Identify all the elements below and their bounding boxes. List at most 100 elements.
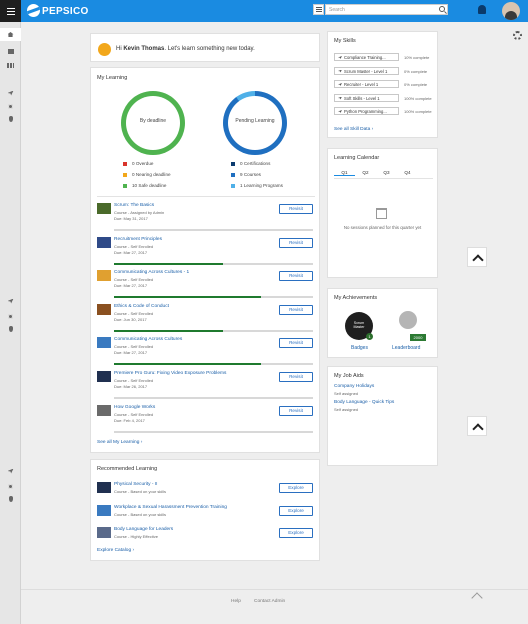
course-type: Course - Self Enrolled bbox=[114, 344, 154, 350]
leaderboard-link[interactable]: Leaderboard bbox=[392, 345, 420, 351]
course-type: Course - Assigned by Admin bbox=[114, 210, 165, 215]
tab-q3[interactable]: Q3 bbox=[376, 170, 397, 175]
avatar[interactable] bbox=[502, 2, 520, 20]
course-title[interactable]: Workplace & Sexual Harassment Prevention… bbox=[114, 505, 227, 510]
send-icon[interactable] bbox=[7, 468, 14, 474]
revisit-button[interactable]: Revisit bbox=[279, 405, 313, 416]
course-thumbnail bbox=[97, 482, 111, 493]
my-skills-card: My Skills Compliance Training... 10% comp… bbox=[327, 31, 438, 138]
course-due: Due: Mar 27, 2017 bbox=[114, 350, 148, 356]
revisit-button[interactable]: Revisit bbox=[279, 304, 313, 315]
medal-icon[interactable] bbox=[7, 496, 14, 502]
skill-item[interactable]: Scrum Master - Level 1 bbox=[334, 66, 399, 75]
course-type: Course - Self Enrolled bbox=[114, 310, 154, 316]
contact-admin-link[interactable]: Contact Admin bbox=[254, 599, 285, 604]
course-title[interactable]: Communicating Across Cultures bbox=[114, 337, 182, 342]
learning-row: Scrum: The Basics Course - Assigned by Ad… bbox=[97, 203, 315, 236]
course-title[interactable]: Scrum: The Basics bbox=[114, 203, 154, 208]
course-due: Due: Mar 26, 2017 bbox=[114, 384, 148, 389]
learning-row: Premiere Pro Guru: Fixing Video Exposure… bbox=[97, 371, 315, 404]
skill-item[interactable]: Compliance Training... bbox=[334, 53, 399, 61]
leaderboard-points: 2000 bbox=[410, 334, 426, 341]
course-title[interactable]: Premiere Pro Guru: Fixing Video Exposure… bbox=[114, 371, 226, 376]
course-thumbnail bbox=[97, 303, 111, 315]
course-title[interactable]: Recruitment Principles bbox=[114, 237, 162, 242]
list-menu-icon[interactable] bbox=[313, 4, 324, 15]
medal-icon[interactable] bbox=[7, 326, 14, 332]
home-icon[interactable] bbox=[0, 28, 21, 41]
bell-icon[interactable] bbox=[478, 5, 486, 14]
revisit-button[interactable]: Revisit bbox=[279, 372, 313, 382]
course-title[interactable]: Communicating Across Cultures - 1 bbox=[114, 270, 189, 275]
course-thumbnail bbox=[97, 270, 111, 282]
course-type: Course - Highly Effective bbox=[114, 534, 158, 539]
course-thumbnail bbox=[97, 504, 111, 516]
skill-item[interactable]: Recruiter - Level 1 bbox=[334, 80, 399, 88]
menu-icon[interactable] bbox=[0, 0, 21, 22]
gear-icon[interactable] bbox=[7, 313, 14, 319]
skill-progress: 10% complete bbox=[404, 55, 430, 60]
tab-q2[interactable]: Q2 bbox=[355, 170, 376, 175]
job-aids-card: My Job Aids Company Holidays Self assign… bbox=[327, 366, 438, 466]
grid-icon[interactable] bbox=[7, 62, 14, 68]
deadline-legend: 0 Overdue 0 Nearing deadline 10 Safe dea… bbox=[123, 158, 171, 191]
job-aid-sub: Self assigned bbox=[334, 407, 359, 412]
course-thumbnail bbox=[97, 371, 111, 382]
course-type: Course - Self Enrolled bbox=[114, 378, 154, 383]
course-title[interactable]: Physical Security - II bbox=[114, 482, 157, 487]
job-aid-link[interactable]: Company Holidays bbox=[334, 384, 374, 389]
legend-swatch bbox=[123, 162, 127, 166]
course-type: Course - Based on your skills bbox=[114, 511, 167, 517]
explore-button[interactable]: Explore bbox=[279, 483, 313, 493]
welcome-card: Hi Kevin Thomas. Let's learn something n… bbox=[90, 33, 320, 62]
achievements-title: My Achievements bbox=[334, 295, 378, 301]
skill-progress: 100% complete bbox=[404, 109, 432, 114]
search-input[interactable]: Search bbox=[325, 4, 448, 15]
tab-q1[interactable]: Q1 bbox=[334, 170, 355, 176]
skill-item[interactable]: Soft Skills - Level 1 bbox=[334, 93, 399, 102]
revisit-button[interactable]: Revisit bbox=[279, 338, 313, 349]
legend-swatch bbox=[123, 184, 127, 188]
course-due: Due: May 31, 2017 bbox=[114, 216, 148, 221]
settings-icon[interactable] bbox=[513, 31, 522, 40]
send-icon[interactable] bbox=[7, 298, 14, 304]
brand-name: PEPSICO bbox=[42, 6, 89, 17]
explore-button[interactable]: Explore bbox=[279, 528, 313, 538]
course-title[interactable]: How Google Works bbox=[114, 405, 155, 410]
course-title[interactable]: Ethics & Code of Conduct bbox=[114, 304, 169, 309]
course-title[interactable]: Body Language for Leaders bbox=[114, 527, 173, 532]
calendar-icon bbox=[376, 208, 387, 219]
skill-item[interactable]: Python Programming... bbox=[334, 107, 399, 115]
progress-bar bbox=[114, 363, 313, 366]
revisit-button[interactable]: Revisit bbox=[279, 271, 313, 282]
badges-link[interactable]: Badges bbox=[351, 345, 368, 351]
scroll-up-button[interactable] bbox=[467, 416, 487, 436]
revisit-button[interactable]: Revisit bbox=[279, 237, 313, 248]
explore-button[interactable]: Explore bbox=[279, 505, 313, 516]
course-due: Due: Mar 27, 2017 bbox=[114, 283, 148, 289]
medal-icon[interactable] bbox=[7, 116, 14, 122]
see-all-skills-link[interactable]: See all Skill Data › bbox=[334, 127, 373, 132]
learning-row: Communicating Across Cultures - 1 Course … bbox=[97, 270, 315, 303]
job-aid-link[interactable]: Body Language - Quick Tips bbox=[334, 400, 394, 405]
search-icon[interactable] bbox=[439, 6, 445, 12]
job-aids-title: My Job Aids bbox=[334, 373, 364, 379]
pending-legend: 0 Certifications 9 Courses 1 Learning Pr… bbox=[231, 158, 283, 191]
badge-count: 1 bbox=[366, 333, 373, 340]
leaderboard-medal-icon[interactable] bbox=[399, 311, 417, 329]
tab-q4[interactable]: Q4 bbox=[397, 170, 418, 175]
book-icon[interactable] bbox=[7, 48, 14, 54]
help-link[interactable]: Help bbox=[231, 599, 241, 604]
chevron-up-icon[interactable] bbox=[471, 592, 483, 604]
gear-icon[interactable] bbox=[7, 103, 14, 109]
course-due: Due: Mar 27, 2017 bbox=[114, 249, 148, 255]
see-all-learning-link[interactable]: See all My Learning › bbox=[97, 440, 142, 445]
course-type: Course - Self Enrolled bbox=[114, 243, 154, 249]
send-icon[interactable] bbox=[7, 90, 14, 96]
progress-bar bbox=[114, 397, 313, 399]
revisit-button[interactable]: Revisit bbox=[279, 204, 313, 214]
skill-progress: 100% complete bbox=[404, 95, 432, 101]
explore-catalog-link[interactable]: Explore Catalog › bbox=[97, 548, 134, 553]
scroll-up-button[interactable] bbox=[467, 247, 487, 267]
gear-icon[interactable] bbox=[7, 483, 14, 489]
